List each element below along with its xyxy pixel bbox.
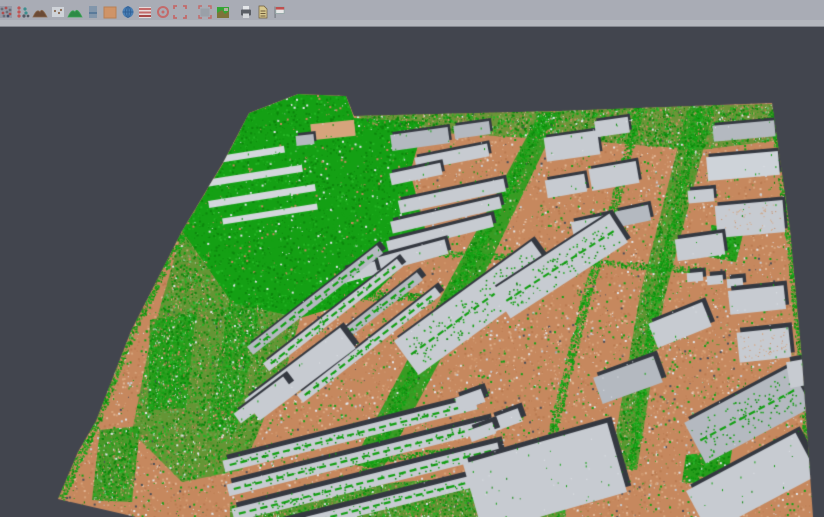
circle-select-icon[interactable] [155,4,171,20]
terrain-model-icon-glyph [32,4,48,20]
surface-model-icon-glyph [67,4,83,20]
orthophoto-icon-glyph [102,4,118,20]
application-window [0,0,824,517]
layers-icon[interactable] [137,4,153,20]
crop-image-icon[interactable] [197,4,213,20]
surface-model-icon[interactable] [67,4,83,20]
profile-view-icon[interactable] [85,4,101,20]
terrain-model-icon[interactable] [32,4,48,20]
classify-points-icon-glyph [15,4,31,20]
sparse-points-icon[interactable] [50,4,66,20]
point-cloud-icon-glyph [0,4,14,20]
georeference-icon-glyph [120,4,136,20]
export-report-icon[interactable] [255,4,271,20]
classification-map-icon-glyph [215,4,231,20]
classify-points-icon[interactable] [15,4,31,20]
profile-view-icon-glyph [85,4,101,20]
flag-icon[interactable] [271,4,287,20]
circle-select-icon-glyph [155,4,171,20]
classification-map-icon[interactable] [215,4,231,20]
sparse-points-icon-glyph [50,4,66,20]
print-icon-glyph [238,4,254,20]
layers-icon-glyph [137,4,153,20]
georeference-icon[interactable] [120,4,136,20]
point-cloud-icon[interactable] [0,4,14,20]
flag-icon-glyph [271,4,287,20]
viewport-3d[interactable] [0,27,824,517]
orthophoto-icon[interactable] [102,4,118,20]
toolbar [0,0,824,27]
print-icon[interactable] [238,4,254,20]
crop-image-icon-glyph [197,4,213,20]
rect-select-icon[interactable] [172,4,188,20]
export-report-icon-glyph [255,4,271,20]
rect-select-icon-glyph [172,4,188,20]
